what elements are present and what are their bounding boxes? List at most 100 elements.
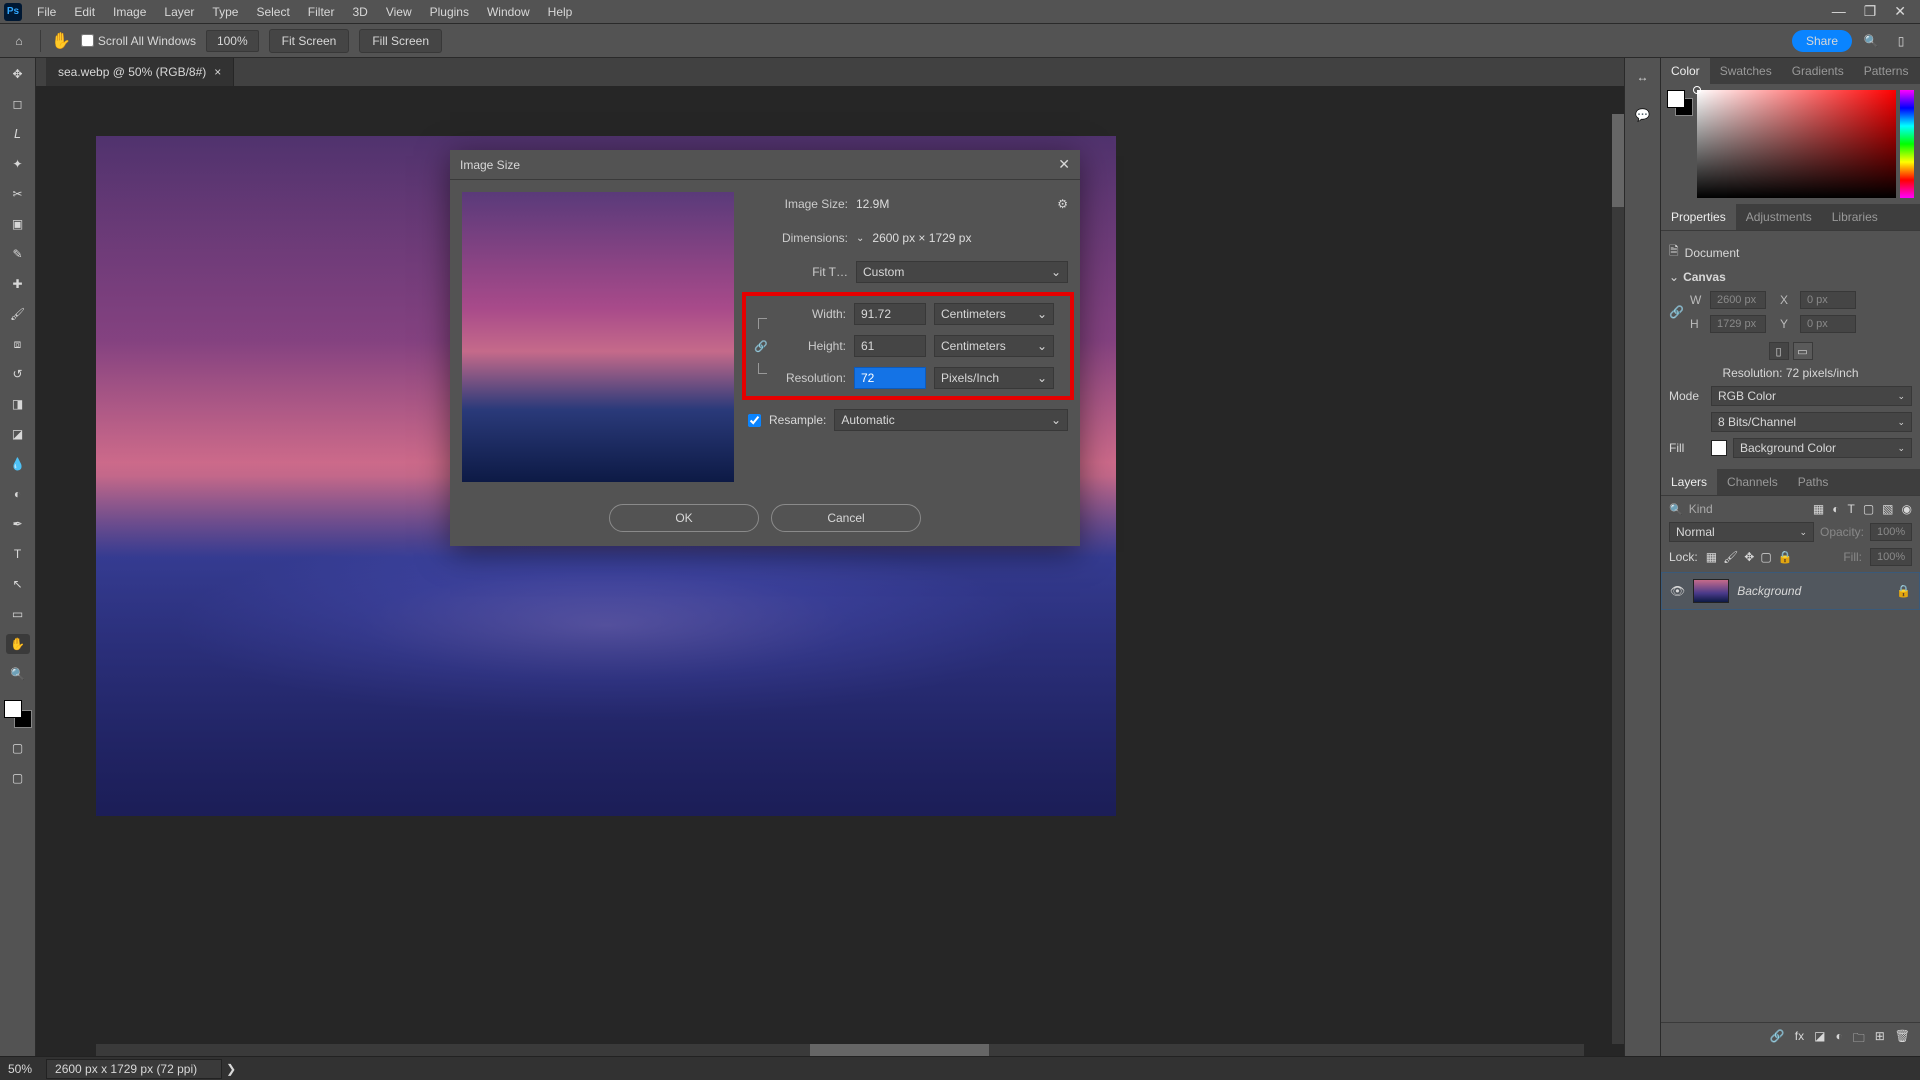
fx-icon[interactable]: fx: [1795, 1029, 1804, 1050]
mode-select[interactable]: RGB Color⌄: [1711, 386, 1912, 406]
fit-screen-button[interactable]: Fit Screen: [269, 29, 350, 53]
cancel-button[interactable]: Cancel: [771, 504, 921, 532]
resample-checkbox[interactable]: [748, 414, 761, 427]
eraser-tool[interactable]: ◨: [6, 394, 30, 414]
width-unit-select[interactable]: Centimeters⌄: [934, 303, 1054, 325]
zoom-field[interactable]: 100%: [206, 30, 259, 52]
blur-tool[interactable]: 💧: [6, 454, 30, 474]
move-tool[interactable]: ✥: [6, 64, 30, 84]
filter-pixel-icon[interactable]: ▦: [1813, 502, 1824, 516]
wand-tool[interactable]: ✦: [6, 154, 30, 174]
opacity-field[interactable]: 100%: [1870, 523, 1912, 541]
quick-mask-icon[interactable]: ▢: [6, 738, 30, 758]
height-field[interactable]: 1729 px: [1710, 315, 1766, 333]
height-unit-select[interactable]: Centimeters⌄: [934, 335, 1054, 357]
menu-select[interactable]: Select: [247, 5, 298, 19]
tab-swatches[interactable]: Swatches: [1710, 58, 1782, 84]
pen-tool[interactable]: ✒: [6, 514, 30, 534]
screen-mode-icon[interactable]: ▢: [6, 768, 30, 788]
status-menu-icon[interactable]: ❯: [226, 1062, 236, 1076]
lock-artboard-icon[interactable]: ▢: [1760, 550, 1771, 564]
hand-tool[interactable]: ✋: [6, 634, 30, 654]
width-input[interactable]: [854, 303, 926, 325]
canvas-section-toggle[interactable]: ⌄Canvas: [1669, 266, 1912, 288]
brush-tool[interactable]: 🖌: [6, 304, 30, 324]
menu-image[interactable]: Image: [104, 5, 155, 19]
filter-kind[interactable]: Kind: [1689, 502, 1713, 516]
gradient-tool[interactable]: ◪: [6, 424, 30, 444]
tab-adjustments[interactable]: Adjustments: [1736, 204, 1822, 230]
filter-toggle-icon[interactable]: ◉: [1902, 502, 1912, 516]
comments-panel-icon[interactable]: 💬: [1632, 104, 1654, 126]
fill-select[interactable]: Background Color⌄: [1733, 438, 1912, 458]
window-minimize-icon[interactable]: —: [1832, 3, 1846, 20]
vertical-scrollbar[interactable]: [1612, 114, 1624, 1044]
eyedropper-tool[interactable]: ✎: [6, 244, 30, 264]
tab-properties[interactable]: Properties: [1661, 204, 1736, 230]
search-icon[interactable]: 🔍: [1860, 30, 1882, 52]
tab-gradients[interactable]: Gradients: [1782, 58, 1854, 84]
filter-shape-icon[interactable]: ▢: [1863, 502, 1874, 516]
filter-smart-icon[interactable]: ▧: [1882, 502, 1893, 516]
close-icon[interactable]: ✕: [1058, 156, 1070, 173]
window-close-icon[interactable]: ✕: [1894, 3, 1906, 20]
height-input[interactable]: [854, 335, 926, 357]
menu-help[interactable]: Help: [539, 5, 582, 19]
chevron-down-icon[interactable]: ⌄: [856, 233, 864, 244]
status-zoom[interactable]: 50%: [8, 1062, 32, 1076]
menu-3d[interactable]: 3D: [343, 5, 376, 19]
frame-tool[interactable]: ▣: [6, 214, 30, 234]
hand-tool-icon[interactable]: ✋: [51, 31, 71, 51]
lock-position-icon[interactable]: ✥: [1744, 550, 1754, 564]
tab-patterns[interactable]: Patterns: [1854, 58, 1919, 84]
menu-view[interactable]: View: [377, 5, 421, 19]
filter-adjust-icon[interactable]: ◐: [1832, 502, 1839, 516]
visibility-icon[interactable]: 👁: [1670, 584, 1685, 598]
layer-item[interactable]: 👁 Background 🔒: [1661, 572, 1920, 610]
tab-channels[interactable]: Channels: [1717, 469, 1788, 495]
hue-slider[interactable]: [1900, 90, 1914, 198]
lock-icon[interactable]: 🔒: [1896, 584, 1911, 598]
color-fg-bg-swatch[interactable]: [1667, 90, 1693, 116]
mask-icon[interactable]: ◪: [1814, 1029, 1825, 1050]
window-restore-icon[interactable]: ❐: [1864, 3, 1877, 20]
crop-tool[interactable]: ✂: [6, 184, 30, 204]
type-tool[interactable]: T: [6, 544, 30, 564]
y-field[interactable]: 0 px: [1800, 315, 1856, 333]
delete-layer-icon[interactable]: 🗑: [1895, 1029, 1910, 1050]
path-select-tool[interactable]: ↖: [6, 574, 30, 594]
depth-select[interactable]: 8 Bits/Channel⌄: [1711, 412, 1912, 432]
width-field[interactable]: 2600 px: [1710, 291, 1766, 309]
color-swatches[interactable]: [4, 700, 32, 728]
portrait-button[interactable]: ▯: [1769, 342, 1789, 360]
tab-color[interactable]: Color: [1661, 58, 1710, 84]
resolution-unit-select[interactable]: Pixels/Inch⌄: [934, 367, 1054, 389]
zoom-tool[interactable]: 🔍: [6, 664, 30, 684]
fill-swatch[interactable]: [1711, 440, 1727, 456]
x-field[interactable]: 0 px: [1800, 291, 1856, 309]
horizontal-scrollbar[interactable]: [96, 1044, 1584, 1056]
ok-button[interactable]: OK: [609, 504, 759, 532]
workspace-icon[interactable]: ▯: [1890, 30, 1912, 52]
fit-to-select[interactable]: Custom⌄: [856, 261, 1068, 283]
tab-libraries[interactable]: Libraries: [1822, 204, 1888, 230]
lock-brush-icon[interactable]: 🖌: [1723, 550, 1738, 564]
home-button[interactable]: ⌂: [8, 30, 30, 52]
menu-filter[interactable]: Filter: [299, 5, 344, 19]
lock-all-icon[interactable]: 🔒: [1778, 550, 1793, 564]
resample-select[interactable]: Automatic⌄: [834, 409, 1068, 431]
menu-plugins[interactable]: Plugins: [421, 5, 478, 19]
adjustment-layer-icon[interactable]: ◐: [1835, 1029, 1842, 1050]
marquee-tool[interactable]: ◻: [6, 94, 30, 114]
new-layer-icon[interactable]: ⊞: [1875, 1029, 1885, 1050]
tab-paths[interactable]: Paths: [1788, 469, 1839, 495]
share-button[interactable]: Share: [1792, 30, 1852, 52]
link-icon[interactable]: 🔗: [1669, 305, 1684, 319]
menu-window[interactable]: Window: [478, 5, 539, 19]
menu-layer[interactable]: Layer: [155, 5, 203, 19]
document-tab[interactable]: sea.webp @ 50% (RGB/8#) ×: [46, 58, 234, 86]
tab-layers[interactable]: Layers: [1661, 469, 1717, 495]
link-layers-icon[interactable]: 🔗: [1770, 1029, 1785, 1050]
menu-type[interactable]: Type: [203, 5, 247, 19]
history-brush-tool[interactable]: ↺: [6, 364, 30, 384]
